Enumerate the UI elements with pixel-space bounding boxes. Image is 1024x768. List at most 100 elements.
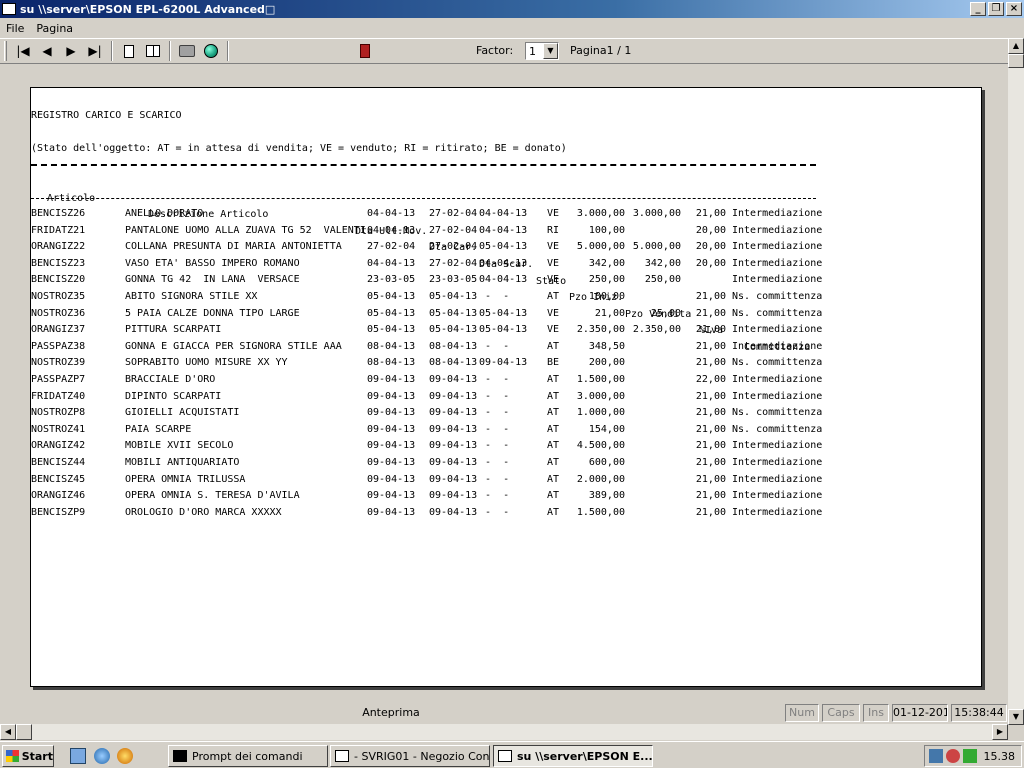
scroll-right-button[interactable]: ▶ bbox=[992, 724, 1008, 740]
cell-pzo-vendita: 342,00 bbox=[644, 257, 681, 269]
scroll-up-button[interactable]: ▲ bbox=[1008, 38, 1024, 54]
cell-committenza: Intermediazione bbox=[732, 224, 823, 236]
task-epson-preview[interactable]: su \\server\EPSON E... bbox=[493, 745, 653, 767]
status-num: Num bbox=[785, 704, 819, 722]
cell-dta-car: 27-02-04 bbox=[429, 208, 478, 219]
cell-dta-scar: - - bbox=[479, 340, 510, 352]
prev-page-button[interactable]: ◀ bbox=[35, 40, 59, 62]
cell-dta-ult-mov: 09-04-13 bbox=[367, 473, 416, 485]
cell-committenza: Intermediazione bbox=[732, 257, 823, 269]
cell-dta-car: 08-04-13 bbox=[429, 340, 478, 352]
table-row: FRIDATZ21 PANTALONE UOMO ALLA ZUAVA TG 52… bbox=[31, 223, 971, 240]
table-header: Articolo Descrizione Articolo Dta Ult.Mo… bbox=[31, 174, 971, 353]
cell-articolo: NOSTROZ41 bbox=[31, 423, 86, 435]
cell-stato: AT bbox=[547, 473, 560, 485]
two-pages-button[interactable] bbox=[141, 40, 165, 62]
print-button[interactable] bbox=[175, 40, 199, 62]
scroll-down-button[interactable]: ▼ bbox=[1008, 709, 1024, 725]
cell-pzo-iniz: 21,00 bbox=[594, 307, 625, 319]
chevron-down-icon[interactable]: ▼ bbox=[543, 43, 558, 59]
preview-area[interactable]: REGISTRO CARICO E SCARICO (Stato dell'og… bbox=[0, 65, 1008, 701]
last-page-icon: ▶| bbox=[88, 44, 102, 58]
scroll-left-button[interactable]: ◀ bbox=[0, 724, 16, 740]
cell-dta-scar: 09-04-13 bbox=[479, 357, 528, 369]
cell-committenza: Intermediazione bbox=[732, 473, 823, 485]
cell-committenza: Intermediazione bbox=[732, 241, 823, 253]
cell-committenza: Intermediazione bbox=[732, 274, 823, 286]
media-player-icon[interactable] bbox=[117, 748, 133, 764]
cell-dta-ult-mov: 09-04-13 bbox=[367, 490, 416, 502]
cell-iva: 21,00 bbox=[695, 407, 726, 419]
cell-pzo-vendita: 5.000,00 bbox=[632, 241, 681, 253]
status-date: 01-12-2015 bbox=[892, 704, 948, 722]
cell-articolo: FRIDATZ40 bbox=[31, 390, 86, 402]
single-page-button[interactable] bbox=[117, 40, 141, 62]
cell-dta-scar: - - bbox=[479, 373, 510, 385]
network-icon[interactable] bbox=[929, 749, 943, 763]
cell-committenza: Intermediazione bbox=[732, 440, 823, 452]
first-page-button[interactable]: |◀ bbox=[11, 40, 35, 62]
cell-stato: RI bbox=[547, 224, 560, 236]
cell-stato: VE bbox=[547, 257, 560, 269]
cell-iva: 21,00 bbox=[695, 456, 726, 468]
cell-articolo: NOSTROZ35 bbox=[31, 290, 86, 302]
scroll-thumb-horizontal[interactable] bbox=[16, 724, 32, 740]
start-label: Start bbox=[21, 749, 53, 763]
table-row: PASSPAZ38 GONNA E GIACCA PER SIGNORA STIL… bbox=[31, 339, 971, 356]
restore-button[interactable]: ❐ bbox=[988, 2, 1004, 16]
menu-file[interactable]: File bbox=[0, 22, 30, 35]
export-button[interactable] bbox=[199, 40, 223, 62]
internet-explorer-icon[interactable] bbox=[94, 748, 110, 764]
cell-descrizione: OROLOGIO D'ORO MARCA XXXXX bbox=[125, 506, 282, 518]
cell-committenza: Intermediazione bbox=[732, 373, 823, 385]
cell-dta-ult-mov: 04-04-13 bbox=[367, 224, 416, 236]
cell-pzo-iniz: 3.000,00 bbox=[576, 208, 625, 219]
cell-articolo: BENCISZ20 bbox=[31, 274, 86, 286]
factor-select[interactable]: 1 ▼ bbox=[525, 42, 559, 60]
task-svrig01[interactable]: - SVRIG01 - Negozio Con... bbox=[330, 745, 490, 767]
cell-articolo: NOSTROZP8 bbox=[31, 407, 86, 419]
task-prompt-comandi[interactable]: Prompt dei comandi bbox=[168, 745, 328, 767]
cell-dta-ult-mov: 27-02-04 bbox=[367, 241, 416, 253]
cell-pzo-iniz: 4.500,00 bbox=[576, 440, 625, 452]
scroll-thumb[interactable] bbox=[1008, 54, 1024, 68]
horizontal-scrollbar[interactable]: ◀ ▶ bbox=[0, 724, 1008, 740]
menu-pagina[interactable]: Pagina bbox=[30, 22, 79, 35]
show-desktop-icon[interactable] bbox=[70, 748, 86, 764]
antivirus-icon[interactable] bbox=[963, 749, 977, 763]
report-legend: (Stato dell'oggetto: AT = in attesa di v… bbox=[31, 143, 567, 154]
cell-articolo: BENCISZ44 bbox=[31, 456, 86, 468]
cell-descrizione: GIOIELLI ACQUISTATI bbox=[125, 407, 240, 419]
exit-button[interactable] bbox=[353, 40, 377, 62]
cell-dta-car: 09-04-13 bbox=[429, 390, 478, 402]
double-rule bbox=[31, 164, 816, 166]
security-icon[interactable] bbox=[946, 749, 960, 763]
close-button[interactable]: × bbox=[1006, 2, 1022, 16]
cell-dta-scar: - - bbox=[479, 473, 510, 485]
table-row: ORANGIZ22 COLLANA PRESUNTA DI MARIA ANTON… bbox=[31, 239, 971, 256]
vertical-scrollbar[interactable]: ▲ ▼ bbox=[1008, 38, 1024, 725]
next-page-button[interactable]: ▶ bbox=[59, 40, 83, 62]
cell-dta-scar: 05-04-13 bbox=[479, 307, 528, 319]
start-button[interactable]: Start bbox=[2, 745, 54, 767]
cell-pzo-iniz: 154,00 bbox=[588, 423, 625, 435]
table-row: BENCISZ26 ANELLO DORATO 04-04-13 27-02-04 04… bbox=[31, 206, 971, 223]
window-titlebar[interactable]: su \\server\EPSON EPL-6200L Advanced□ _ … bbox=[0, 0, 1024, 18]
cell-dta-scar: 04-04-13 bbox=[479, 224, 528, 236]
clock[interactable]: 15.38 bbox=[984, 750, 1016, 763]
minimize-button[interactable]: _ bbox=[970, 2, 986, 16]
cell-dta-car: 09-04-13 bbox=[429, 423, 478, 435]
cell-dta-ult-mov: 04-04-13 bbox=[367, 208, 416, 219]
cell-dta-scar: - - bbox=[479, 390, 510, 402]
cell-committenza: Ns. committenza bbox=[732, 290, 823, 302]
cell-articolo: FRIDATZ21 bbox=[31, 224, 86, 236]
toolbar-grip[interactable] bbox=[4, 41, 7, 61]
cell-stato: AT bbox=[547, 423, 560, 435]
cell-descrizione: ABITO SIGNORA STILE XX bbox=[125, 290, 258, 302]
cell-dta-car: 05-04-13 bbox=[429, 307, 478, 319]
cell-dta-scar: - - bbox=[479, 407, 510, 419]
cell-stato: AT bbox=[547, 407, 560, 419]
last-page-button[interactable]: ▶| bbox=[83, 40, 107, 62]
table-body: BENCISZ26 ANELLO DORATO 04-04-13 27-02-04 04… bbox=[31, 206, 971, 521]
cell-iva: 21,00 bbox=[695, 440, 726, 452]
